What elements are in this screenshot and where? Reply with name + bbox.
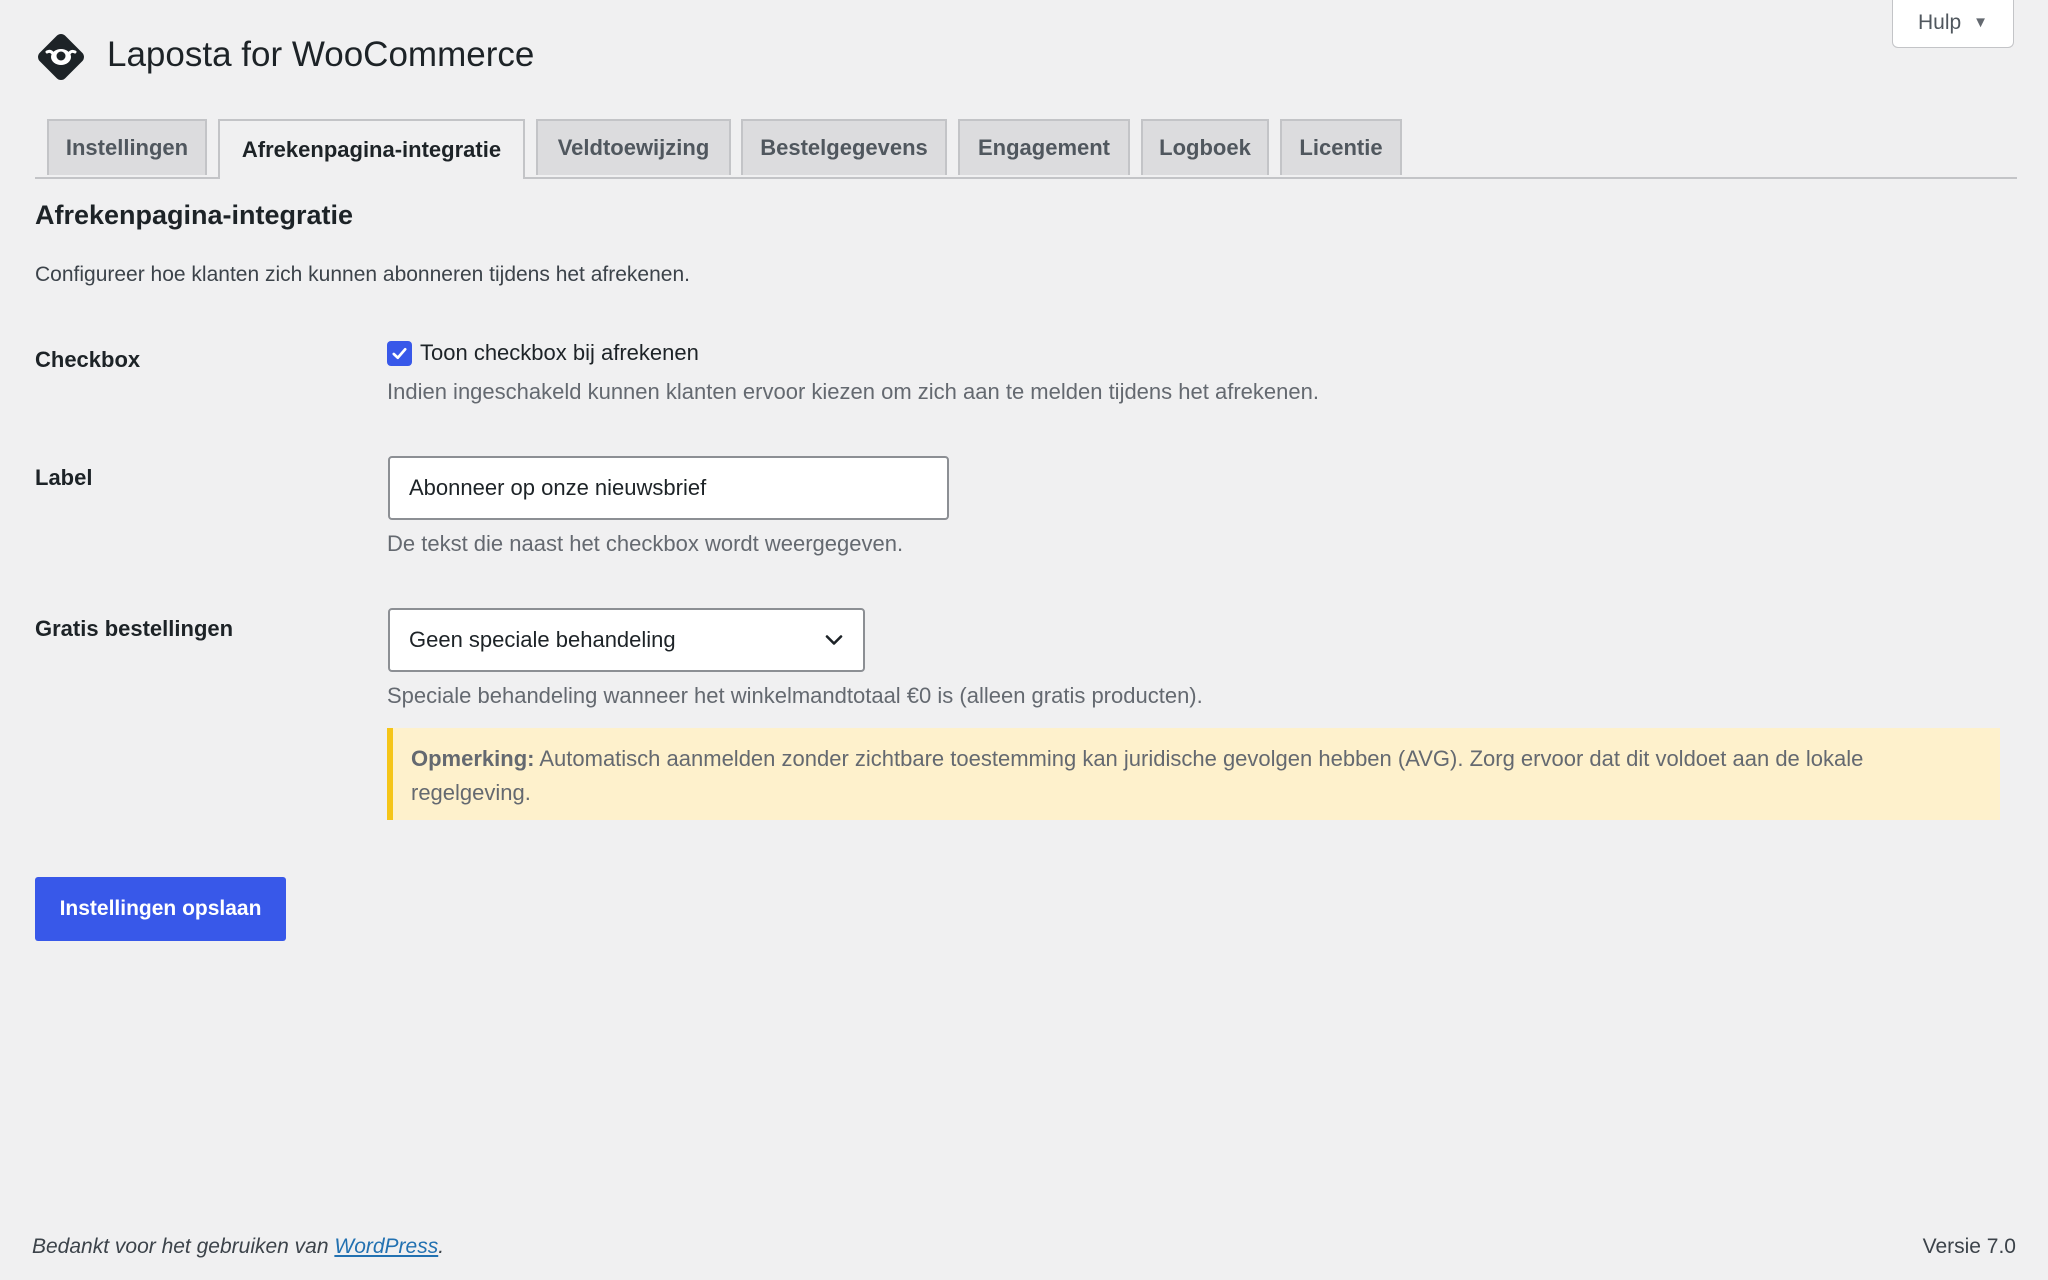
help-button[interactable]: Hulp ▼: [1892, 0, 2014, 48]
gdpr-notice: Opmerking: Automatisch aanmelden zonder …: [387, 728, 2000, 820]
footer-thanks: Bedankt voor het gebruiken van WordPress…: [32, 1235, 444, 1259]
section-title: Afrekenpagina-integratie: [35, 200, 354, 230]
free-orders-description: Speciale behandeling wanneer het winkelm…: [387, 683, 1203, 708]
notice-text: Automatisch aanmelden zonder zichtbare t…: [411, 746, 1864, 805]
footer-thanks-suffix: .: [438, 1235, 445, 1258]
checkmark-icon: [392, 347, 407, 359]
show-checkbox-option[interactable]: Toon checkbox bij afrekenen: [387, 340, 699, 366]
footer-thanks-prefix: Bedankt voor het gebruiken van: [32, 1235, 335, 1258]
label-row-label: Label: [35, 465, 93, 490]
notice-strong: Opmerking:: [411, 746, 535, 771]
tab-afrekenpagina-integratie[interactable]: Afrekenpagina-integratie: [218, 119, 525, 179]
label-description: De tekst die naast het checkbox wordt we…: [387, 531, 904, 556]
show-checkbox-label[interactable]: Toon checkbox bij afrekenen: [420, 340, 699, 366]
footer-version: Versie 7.0: [1922, 1235, 2016, 1258]
wordpress-link[interactable]: WordPress: [334, 1235, 438, 1258]
app-title: Laposta for WooCommerce: [107, 35, 535, 74]
tab-bestelgegevens[interactable]: Bestelgegevens: [741, 119, 947, 175]
tab-instellingen[interactable]: Instellingen: [47, 119, 207, 175]
chevron-down-icon: [825, 635, 843, 645]
caret-down-icon: ▼: [1973, 14, 1989, 31]
tab-veldtoewijzing[interactable]: Veldtoewijzing: [536, 119, 731, 175]
show-checkbox-checkbox[interactable]: [387, 340, 412, 366]
checkbox-description: Indien ingeschakeld kunnen klanten ervoo…: [387, 379, 1319, 404]
section-description: Configureer hoe klanten zich kunnen abon…: [35, 263, 690, 286]
tab-logboek[interactable]: Logboek: [1141, 119, 1269, 175]
save-settings-button[interactable]: Instellingen opslaan: [35, 877, 286, 941]
tab-bar: Instellingen Afrekenpagina-integratie Ve…: [35, 119, 2017, 179]
free-orders-selected-value: Geen speciale behandeling: [409, 627, 676, 652]
checkbox-row-label: Checkbox: [35, 347, 141, 372]
tab-licentie[interactable]: Licentie: [1280, 119, 1402, 175]
help-label: Hulp: [1917, 10, 1962, 34]
free-orders-select[interactable]: Geen speciale behandeling: [388, 608, 865, 672]
label-text-input[interactable]: [388, 456, 949, 520]
tab-engagement[interactable]: Engagement: [958, 119, 1130, 175]
free-orders-row-label: Gratis bestellingen: [35, 616, 234, 641]
laposta-logo-icon: [34, 30, 88, 84]
